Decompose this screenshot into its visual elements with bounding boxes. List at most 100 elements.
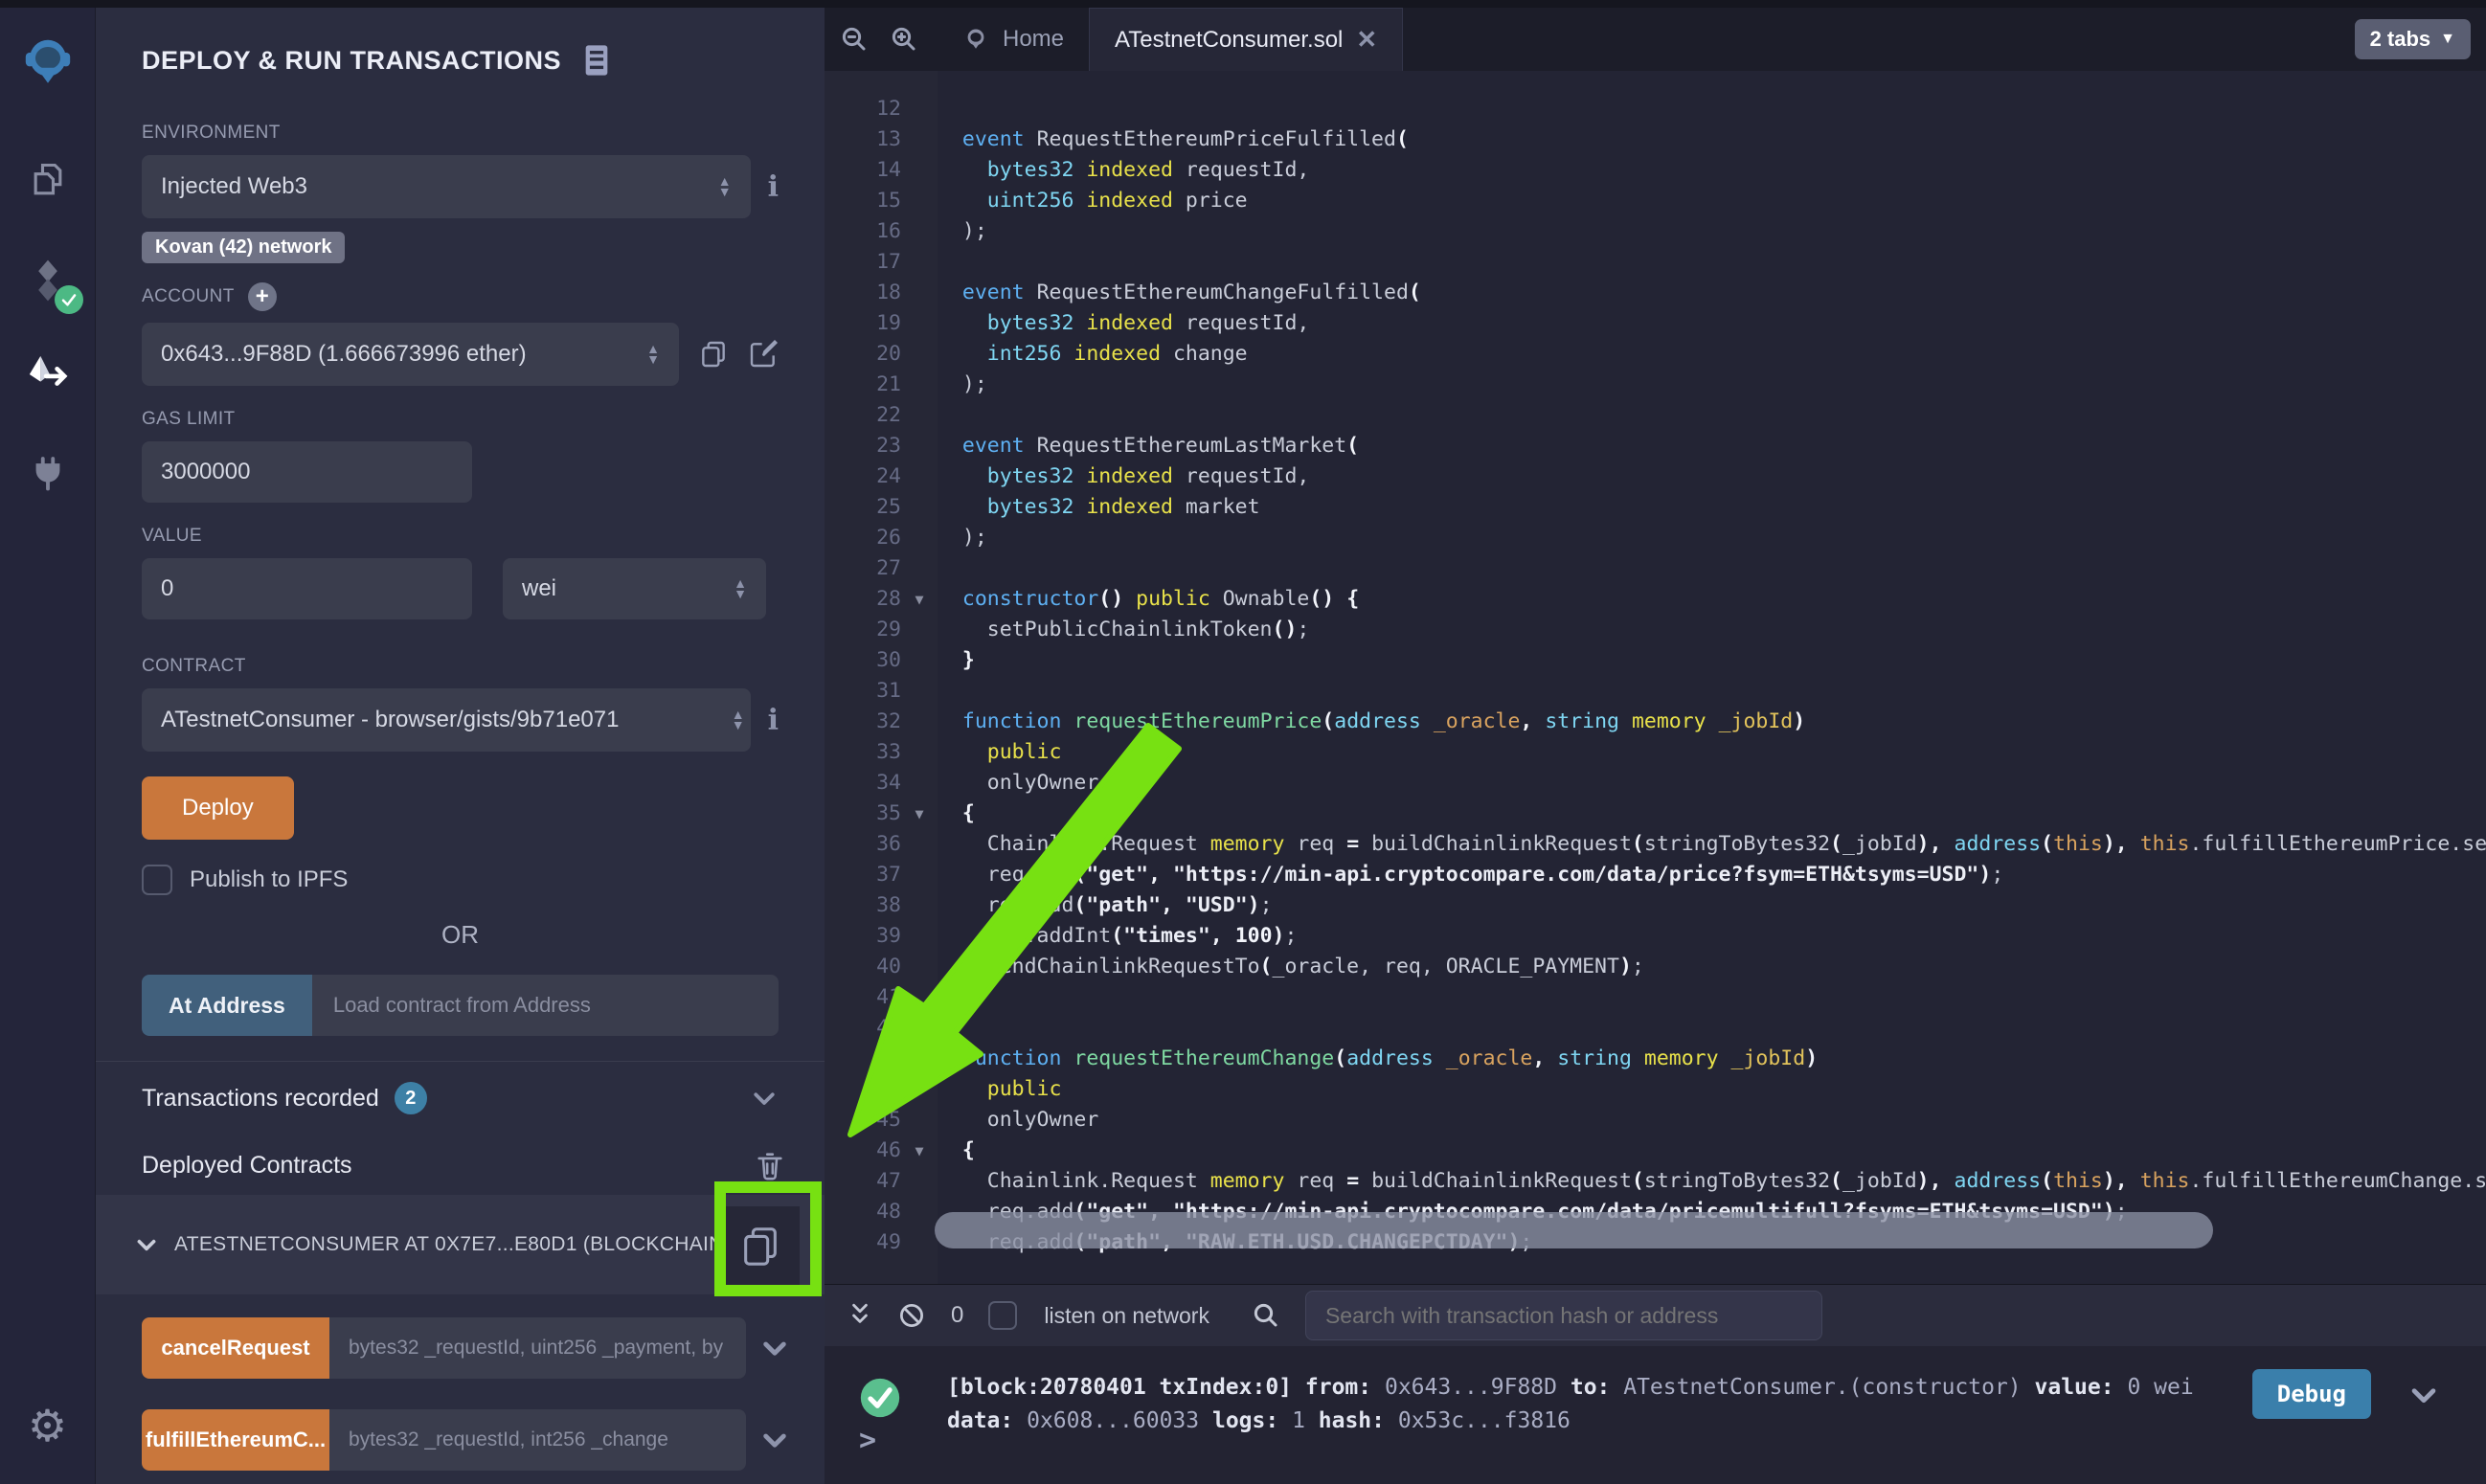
account-select[interactable]: 0x643...9F88D (1.666673996 ether) ▲▼ [142,323,679,386]
contract-info-icon[interactable]: i [768,704,779,737]
tab-home[interactable]: Home [938,8,1089,71]
terminal-log[interactable]: [block:20780401 txIndex:0] from: 0x643..… [825,1346,2486,1438]
fold-marker-icon[interactable] [901,553,938,584]
code-line: 38 req.add("path", "USD"); [825,890,2486,921]
terminal-prompt[interactable]: > [859,1424,876,1457]
settings-gear-icon[interactable]: ⚙ [20,1398,76,1453]
fold-marker-icon[interactable] [901,216,938,247]
debug-button[interactable]: Debug [2252,1369,2371,1419]
fold-marker-icon[interactable] [901,155,938,186]
listen-network-checkbox[interactable] [988,1301,1017,1330]
edit-account-icon[interactable] [748,339,779,370]
fold-marker-icon[interactable] [901,339,938,370]
tab-atestnetconsumer[interactable]: ATestnetConsumer.sol ✕ [1089,8,1403,71]
fold-marker-icon[interactable] [901,247,938,278]
at-address-button[interactable]: At Address [142,975,312,1036]
expand-terminal-icon[interactable] [848,1301,872,1330]
fold-marker-icon[interactable] [901,982,938,1013]
compile-success-badge [55,285,83,314]
value-input[interactable] [142,558,472,619]
fold-marker-icon[interactable] [901,461,938,492]
fold-marker-icon[interactable] [901,768,938,798]
deploy-run-icon[interactable] [20,347,76,402]
fold-marker-icon[interactable] [901,1197,938,1227]
fold-marker-icon[interactable] [901,1074,938,1105]
fulfillEthereumChange-button[interactable]: fulfillEthereumC... [142,1409,329,1471]
fold-marker-icon[interactable] [901,645,938,676]
code-line: 46▼ { [825,1135,2486,1166]
fold-marker-icon[interactable] [901,707,938,737]
stepper-icon[interactable]: ▲▼ [734,578,747,599]
cancelRequest-button[interactable]: cancelRequest [142,1317,329,1379]
plugin-manager-icon[interactable] [20,444,76,500]
deploy-button[interactable]: Deploy [142,776,294,840]
zoom-in-icon[interactable] [890,25,918,54]
copy-account-icon[interactable] [698,339,729,370]
copy-contract-address-icon[interactable] [721,1206,800,1285]
zoom-out-icon[interactable] [840,25,869,54]
fold-marker-icon[interactable] [901,278,938,308]
gas-limit-input[interactable] [142,441,472,503]
code-editor[interactable]: 1213 event RequestEthereumPriceFulfilled… [825,71,2486,1284]
fold-marker-icon[interactable] [901,1044,938,1074]
fold-marker-icon[interactable] [901,431,938,461]
section-divider [96,1061,825,1062]
fold-marker-icon[interactable] [901,400,938,431]
code-line: 39 req.addInt("times", 100); [825,921,2486,952]
horizontal-scrollbar[interactable] [935,1212,2213,1248]
fold-marker-icon[interactable] [901,1013,938,1044]
fold-marker-icon[interactable] [901,1227,938,1258]
value-unit-select[interactable]: wei ▲▼ [503,558,766,619]
fold-marker-icon[interactable] [901,492,938,523]
stepper-icon[interactable]: ▲▼ [718,176,732,197]
file-explorer-icon[interactable] [20,153,76,209]
publish-ipfs-checkbox[interactable] [142,865,172,895]
fold-marker-icon[interactable] [901,860,938,890]
log-expand-chevron-icon[interactable] [2407,1379,2440,1411]
terminal-search-input[interactable] [1305,1291,1822,1340]
environment-info-icon[interactable]: i [768,170,779,204]
fold-marker-icon[interactable] [901,308,938,339]
fold-marker-icon[interactable] [901,615,938,645]
fold-marker-icon[interactable] [901,1105,938,1135]
code-line: 17 [825,247,2486,278]
fulfillEthereumChange-expand-icon[interactable] [759,1425,790,1455]
fold-marker-icon[interactable] [901,829,938,860]
tabs-count-chip[interactable]: 2 tabs ▼ [2355,19,2471,59]
transactions-chevron-icon[interactable] [750,1084,779,1113]
close-tab-icon[interactable]: ✕ [1356,25,1377,55]
cancelRequest-params-input[interactable] [329,1317,746,1379]
fold-marker-icon[interactable] [901,952,938,982]
remix-logo-icon[interactable] [20,34,76,90]
code-line: 19 bytes32 indexed requestId, [825,308,2486,339]
at-address-input[interactable] [312,975,779,1036]
code-line: 44 public [825,1074,2486,1105]
add-account-icon[interactable]: + [248,282,277,311]
docs-icon[interactable] [582,44,611,77]
fold-marker-icon[interactable] [901,186,938,216]
fold-marker-icon[interactable] [901,94,938,124]
clear-console-icon[interactable] [897,1301,926,1330]
fold-marker-icon[interactable] [901,523,938,553]
trash-icon[interactable] [754,1149,786,1181]
fold-marker-icon[interactable] [901,890,938,921]
fold-marker-icon[interactable]: ▼ [901,798,938,829]
contract-select[interactable]: ATestnetConsumer - browser/gists/9b71e07… [142,688,751,752]
environment-select[interactable]: Injected Web3 ▲▼ [142,155,751,218]
fold-marker-icon[interactable] [901,676,938,707]
fold-marker-icon[interactable] [901,921,938,952]
fulfillEthereumChange-params-input[interactable] [329,1409,746,1471]
fold-marker-icon[interactable] [901,124,938,155]
solidity-compiler-icon[interactable] [20,253,76,308]
value-label: VALUE [142,526,779,547]
contract-expand-chevron-icon[interactable] [134,1232,159,1257]
deployed-contract-row[interactable]: ATESTNETCONSUMER AT 0X7E7...E80D1 (BLOCK… [96,1195,825,1294]
fold-marker-icon[interactable] [901,1166,938,1197]
fold-marker-icon[interactable]: ▼ [901,584,938,615]
cancelRequest-expand-icon[interactable] [759,1333,790,1363]
fold-marker-icon[interactable] [901,737,938,768]
fold-marker-icon[interactable]: ▼ [901,1135,938,1166]
stepper-icon[interactable]: ▲▼ [732,709,745,731]
stepper-icon[interactable]: ▲▼ [646,344,660,365]
fold-marker-icon[interactable] [901,370,938,400]
